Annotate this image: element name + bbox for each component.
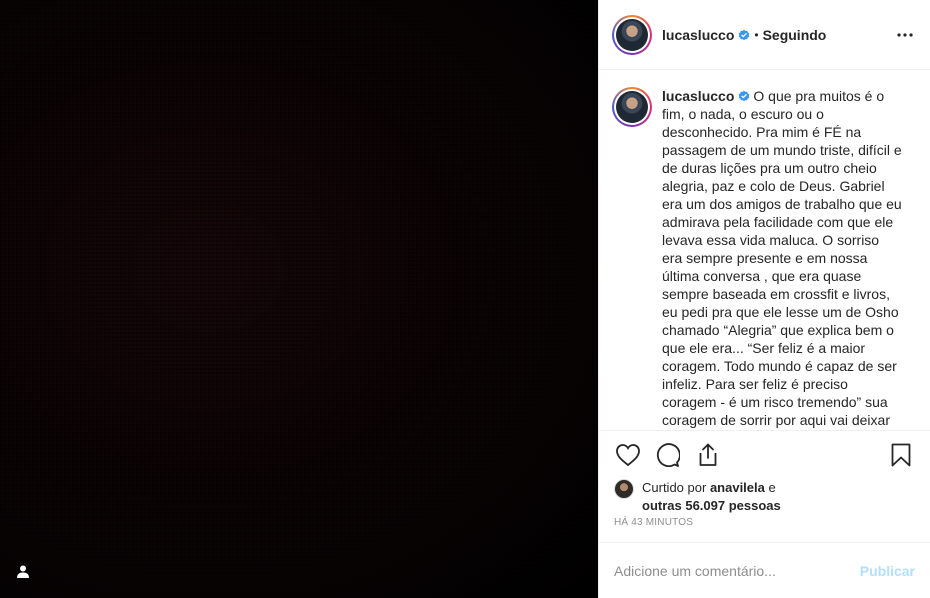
actions-block: Curtido por anavilela e outras 56.097 pe…: [599, 430, 930, 541]
caption-body: O que pra muitos é o fim, o nada, o escu…: [662, 88, 902, 428]
verified-badge-icon: [739, 29, 750, 40]
likes-count[interactable]: outras 56.097 pessoas: [642, 498, 781, 513]
publish-button[interactable]: Publicar: [860, 563, 915, 579]
post-sidebar: lucaslucco • Seguindo lucaslucco O que p…: [598, 0, 930, 598]
liked-by-user[interactable]: anavilela: [710, 480, 765, 495]
caption-username[interactable]: lucaslucco: [662, 88, 734, 104]
user-tag-icon[interactable]: [15, 563, 31, 579]
caption-avatar[interactable]: [612, 87, 652, 127]
comment-bar: Publicar: [599, 542, 930, 598]
verified-badge-icon: [739, 90, 750, 102]
separator-dot: •: [754, 27, 759, 42]
image-texture: [0, 0, 598, 598]
header-user: lucaslucco • Seguindo: [662, 27, 826, 43]
bookmark-icon[interactable]: [887, 441, 915, 469]
more-horizontal-icon[interactable]: [893, 23, 917, 47]
likes-prefix: Curtido por: [642, 480, 707, 495]
caption-area: lucaslucco O que pra muitos é o fim, o n…: [599, 70, 930, 430]
avatar[interactable]: [612, 14, 652, 55]
comment-input[interactable]: [614, 562, 860, 579]
likes-connector: e: [764, 480, 776, 495]
comment-bubble-icon[interactable]: [654, 441, 682, 469]
post-header: lucaslucco • Seguindo: [599, 0, 930, 70]
header-username[interactable]: lucaslucco: [662, 27, 734, 43]
post-modal: lucaslucco • Seguindo lucaslucco O que p…: [0, 0, 930, 598]
action-bar: [614, 431, 915, 479]
caption: lucaslucco O que pra muitos é o fim, o n…: [662, 87, 902, 430]
post-timestamp[interactable]: HÁ 43 MINUTOS: [614, 517, 915, 541]
share-icon[interactable]: [694, 441, 722, 469]
heart-icon[interactable]: [614, 441, 642, 469]
likes-summary: Curtido por anavilela e outras 56.097 pe…: [614, 479, 915, 515]
following-button[interactable]: Seguindo: [763, 27, 827, 43]
liker-avatar[interactable]: [614, 479, 634, 499]
post-image[interactable]: [0, 0, 598, 598]
likes-text: Curtido por anavilela e outras 56.097 pe…: [642, 479, 781, 515]
